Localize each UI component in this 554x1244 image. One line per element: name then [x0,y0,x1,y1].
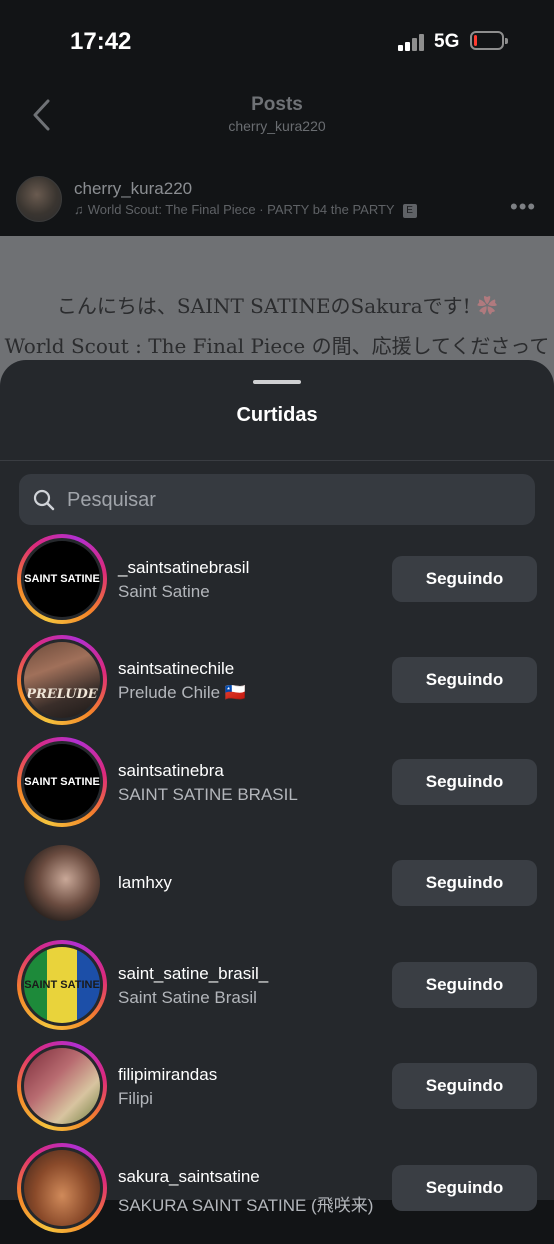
list-item[interactable]: PRELUDE saintsatinechile Prelude Chile 🇨… [0,635,554,736]
list-item[interactable]: sakura_saintsatine SAKURA SAINT SATINE (… [0,1143,554,1244]
following-button[interactable]: Seguindo [392,860,537,906]
battery-icon [470,31,508,50]
username[interactable]: saintsatinebra [118,761,224,781]
full-name: Saint Satine [118,582,210,601]
list-item[interactable]: lamhxy Seguindo [0,838,554,939]
following-button[interactable]: Seguindo [392,962,537,1008]
search-icon [33,489,55,511]
username[interactable]: _saintsatinebrasil [118,558,249,578]
avatar-frame[interactable] [17,838,107,928]
page-subtitle: cherry_kura220 [228,118,326,134]
list-item[interactable]: filipimirandas Filipi Seguindo [0,1041,554,1142]
full-name: SAINT SATINE BRASIL [118,785,298,804]
status-bar: 17:42 5G [0,0,554,80]
avatar: SAINT SATINE [24,744,100,820]
following-button[interactable]: Seguindo [392,556,537,602]
list-item[interactable]: SAINT SATINE saint_satine_brasil_ Saint … [0,940,554,1041]
avatar-story-ring[interactable]: PRELUDE [17,635,107,725]
avatar-story-ring[interactable]: SAINT SATINE [17,737,107,827]
username[interactable]: sakura_saintsatine [118,1167,260,1187]
avatar [24,1048,100,1124]
likes-sheet: Curtidas SAINT SATINE _saintsatinebrasil… [0,360,554,1233]
post-author-username[interactable]: cherry_kura220 [74,179,192,199]
post-image-text-line1: こんにちは、SAINT SATINEのSakuraです! ✿ [56,294,498,318]
avatar-logo-text: SAINT SATINE [24,979,100,991]
avatar-logo-text: PRELUDE [26,687,98,702]
signal-icon [398,33,426,51]
avatar-story-ring[interactable]: SAINT SATINE [17,534,107,624]
list-item[interactable]: SAINT SATINE _saintsatinebrasil Saint Sa… [0,534,554,635]
full-name: Prelude Chile 🇨🇱 [118,683,246,702]
divider [0,460,554,461]
music-title: World Scout: The Final Piece · PARTY b4 … [87,202,395,217]
full-name: Saint Satine Brasil [118,988,257,1007]
avatar: SAINT SATINE [24,947,100,1023]
post-image-text-line2: World Scout : The Final Piece の間、応援してくださ… [4,334,550,358]
avatar: PRELUDE [24,642,100,718]
following-button[interactable]: Seguindo [392,657,537,703]
page-title: Posts [251,94,303,115]
username[interactable]: lamhxy [118,873,172,893]
username[interactable]: filipimirandas [118,1065,217,1085]
following-button[interactable]: Seguindo [392,1165,537,1211]
full-name: SAKURA SAINT SATINE (飛咲来) [118,1196,374,1215]
following-button[interactable]: Seguindo [392,1063,537,1109]
sheet-title: Curtidas [236,404,318,426]
avatar [24,845,100,921]
following-button[interactable]: Seguindo [392,759,537,805]
status-time: 17:42 [70,28,132,55]
username[interactable]: saint_satine_brasil_ [118,964,268,984]
search-input[interactable] [65,474,509,527]
post-music-info[interactable]: ♫ World Scout: The Final Piece · PARTY b4… [74,202,417,218]
music-note-icon: ♫ [74,202,84,217]
avatar-story-ring[interactable] [17,1041,107,1131]
avatar-story-ring[interactable] [17,1143,107,1233]
post-author-avatar[interactable] [16,176,62,222]
list-item[interactable]: SAINT SATINE saintsatinebra SAINT SATINE… [0,737,554,838]
flower-icon: ✿ [477,294,498,318]
avatar [24,1150,100,1226]
sheet-drag-handle[interactable] [253,380,301,384]
explicit-badge: E [402,203,417,218]
full-name: Filipi [118,1089,153,1108]
avatar-logo-text: SAINT SATINE [24,776,100,788]
avatar-story-ring[interactable]: SAINT SATINE [17,940,107,1030]
network-type: 5G [434,31,460,52]
username[interactable]: saintsatinechile [118,659,234,679]
avatar-logo-text: SAINT SATINE [24,573,100,585]
search-bar[interactable] [19,474,535,527]
more-options-icon[interactable]: ••• [510,194,536,220]
avatar: SAINT SATINE [24,541,100,617]
